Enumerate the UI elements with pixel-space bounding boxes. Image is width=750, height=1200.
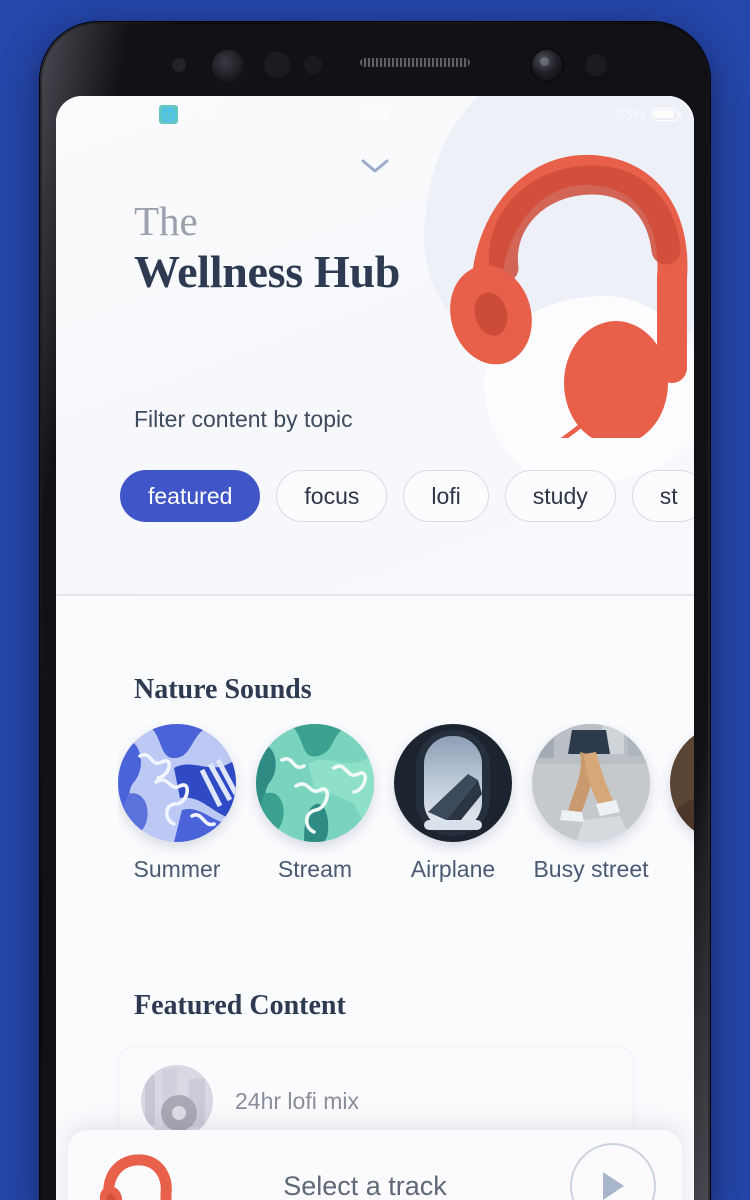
moon-icon: ☾ [185, 106, 200, 123]
sound-label-stream: Stream [277, 856, 353, 882]
sound-item-cafe[interactable]: Cafe [670, 724, 694, 914]
sound-thumb-stream [256, 724, 374, 842]
battery-icon [652, 107, 681, 121]
phone-sensor-bar [40, 22, 710, 96]
featured-card-thumbnail [141, 1065, 213, 1137]
chip-study[interactable]: study [504, 470, 616, 522]
sound-thumb-cafe [670, 724, 694, 842]
front-camera-icon [532, 50, 562, 80]
sound-item-busy-street[interactable]: Busy street [532, 724, 650, 914]
featured-card-title: 24hr lofi mix [235, 1087, 359, 1114]
android-status-bar: 0.00KB/s △ 🌐 ☾ ■ 9:24 93% [56, 96, 694, 132]
filter-label: Filter content by topic [134, 406, 353, 432]
chevron-down-icon[interactable] [357, 154, 393, 178]
sim-icon: ■ [206, 105, 216, 123]
nature-sounds-list[interactable]: Summer Stream Airplane Busy street [118, 724, 694, 914]
chip-focus[interactable]: focus [276, 470, 388, 522]
phone-screen: The Wellness Hub Filter content by topic… [56, 96, 694, 1200]
sound-label-airplane: Airplane [410, 856, 496, 882]
sound-thumb-summer [118, 724, 236, 842]
content-scroll-area[interactable]: Nature Sounds Summer Stream Airplane Bus… [56, 596, 694, 1200]
sensor-dot-icon [264, 52, 290, 78]
sound-label-busy-street: Busy street [533, 856, 649, 882]
network-speed-text: 0.00KB/s [72, 105, 135, 123]
chip-stress[interactable]: st [631, 470, 694, 522]
section-title-featured-content: Featured Content [134, 990, 346, 1021]
play-button[interactable] [570, 1143, 656, 1200]
sound-thumb-airplane [394, 724, 512, 842]
chip-lofi[interactable]: lofi [403, 470, 489, 522]
player-track-label: Select a track [283, 1170, 447, 1200]
mini-player-bar[interactable]: Select a track [68, 1130, 682, 1200]
earpiece-speaker-icon [360, 58, 470, 67]
proximity-sensor-icon [212, 50, 244, 82]
status-bar-left: 0.00KB/s △ 🌐 ☾ ■ [72, 104, 216, 124]
page-title: The Wellness Hub [134, 198, 401, 301]
sound-label-summer: Summer [133, 856, 221, 882]
page-title-main: Wellness Hub [134, 246, 401, 298]
sensor-dot-icon [585, 54, 607, 76]
battery-percent-text: 93% [615, 105, 646, 123]
sensor-dot-icon [172, 58, 186, 72]
sound-item-summer[interactable]: Summer [118, 724, 236, 914]
wifi-icon: △ [141, 105, 153, 122]
topic-filter-chips[interactable]: featured focus lofi study st [120, 466, 694, 526]
app-header: The Wellness Hub Filter content by topic… [56, 96, 694, 596]
sound-thumb-busy-street [532, 724, 650, 842]
sound-item-airplane[interactable]: Airplane [394, 724, 512, 914]
sound-label-cafe: Cafe [670, 856, 694, 883]
globe-icon: 🌐 [159, 104, 179, 124]
phone-frame: The Wellness Hub Filter content by topic… [40, 22, 710, 1200]
chip-featured[interactable]: featured [120, 470, 261, 522]
sensor-dot-icon [304, 56, 322, 74]
headphones-illustration [444, 118, 694, 539]
section-title-nature-sounds: Nature Sounds [134, 674, 312, 705]
sound-item-stream[interactable]: Stream [256, 724, 374, 914]
status-bar-right: 93% [615, 105, 681, 123]
page-title-prefix: The [134, 198, 198, 244]
